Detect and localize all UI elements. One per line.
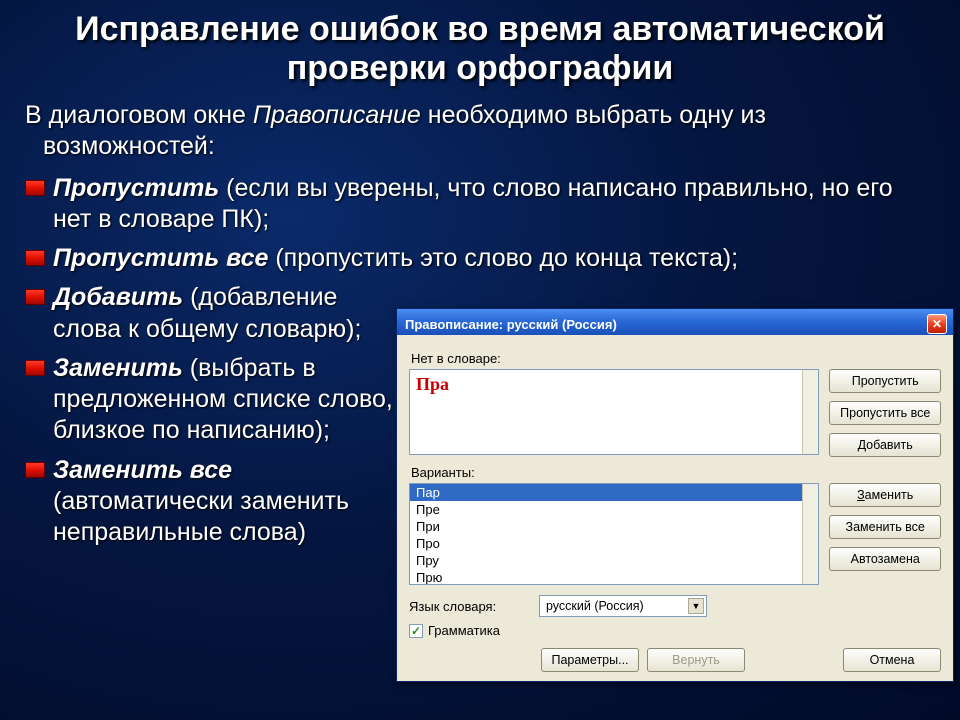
variants-listbox[interactable]: Пар Пре При Про Пру Прю [409, 483, 819, 585]
intro-b: Правописание [253, 101, 421, 129]
variant-option[interactable]: Прю [410, 569, 818, 585]
autocorrect-button[interactable]: Автозамена [829, 547, 941, 571]
term: Пропустить [53, 174, 219, 202]
skip-button[interactable]: Пропустить [829, 369, 941, 393]
variant-option[interactable]: Пру [410, 552, 818, 569]
add-button[interactable]: Добавить [829, 433, 941, 457]
close-icon: ✕ [932, 317, 942, 331]
rest: (пропустить это слово до конца текста); [268, 244, 738, 272]
revert-button: Вернуть [647, 648, 745, 672]
variant-option[interactable]: Пар [410, 484, 818, 501]
cancel-button[interactable]: Отмена [843, 648, 941, 672]
scrollbar-vertical[interactable] [802, 370, 818, 454]
slide-title: Исправление ошибок во время автоматическ… [25, 10, 935, 88]
lang-label: Язык словаря: [409, 599, 531, 614]
intro-text: В диалоговом окне Правописание необходим… [25, 100, 935, 163]
term: Пропустить все [53, 244, 268, 272]
dialog-titlebar[interactable]: Правописание: русский (Россия) ✕ [397, 309, 953, 335]
term: Заменить [53, 354, 183, 382]
scrollbar-vertical[interactable] [802, 484, 818, 584]
replace-all-button[interactable]: Заменить все [829, 515, 941, 539]
list-item: Пропустить (если вы уверены, что слово н… [25, 173, 935, 236]
not-in-dict-textarea[interactable]: Пра [409, 369, 819, 455]
grammar-label: Грамматика [428, 623, 500, 638]
chevron-down-icon: ▼ [688, 598, 704, 614]
close-button[interactable]: ✕ [927, 314, 947, 334]
term: Заменить все [53, 456, 232, 484]
spellcheck-dialog: Правописание: русский (Россия) ✕ Нет в с… [396, 308, 954, 682]
variant-option[interactable]: При [410, 518, 818, 535]
term: Добавить [53, 283, 183, 311]
grammar-checkbox[interactable]: ✓ [409, 624, 423, 638]
rest: (автоматически заменить неправильные сло… [53, 487, 349, 546]
variant-option[interactable]: Пре [410, 501, 818, 518]
language-combo[interactable]: русский (Россия) ▼ [539, 595, 707, 617]
list-item: Заменить все (автоматически заменить неп… [25, 455, 405, 549]
language-value: русский (Россия) [546, 599, 644, 613]
list-item: Заменить (выбрать в предложенном списке … [25, 353, 405, 447]
not-in-dict-label: Нет в словаре: [411, 351, 941, 366]
intro-a: В диалоговом окне [25, 101, 253, 129]
check-icon: ✓ [411, 624, 421, 638]
skip-all-button[interactable]: Пропустить все [829, 401, 941, 425]
replace-button[interactable]: Заменить [829, 483, 941, 507]
list-item: Добавить (добавление слова к общему слов… [25, 282, 405, 345]
misspelled-word: Пра [416, 374, 449, 394]
dialog-title-text: Правописание: русский (Россия) [405, 317, 617, 332]
list-item: Пропустить все (пропустить это слово до … [25, 243, 935, 274]
variants-label: Варианты: [411, 465, 941, 480]
variant-option[interactable]: Про [410, 535, 818, 552]
options-button[interactable]: Параметры... [541, 648, 639, 672]
